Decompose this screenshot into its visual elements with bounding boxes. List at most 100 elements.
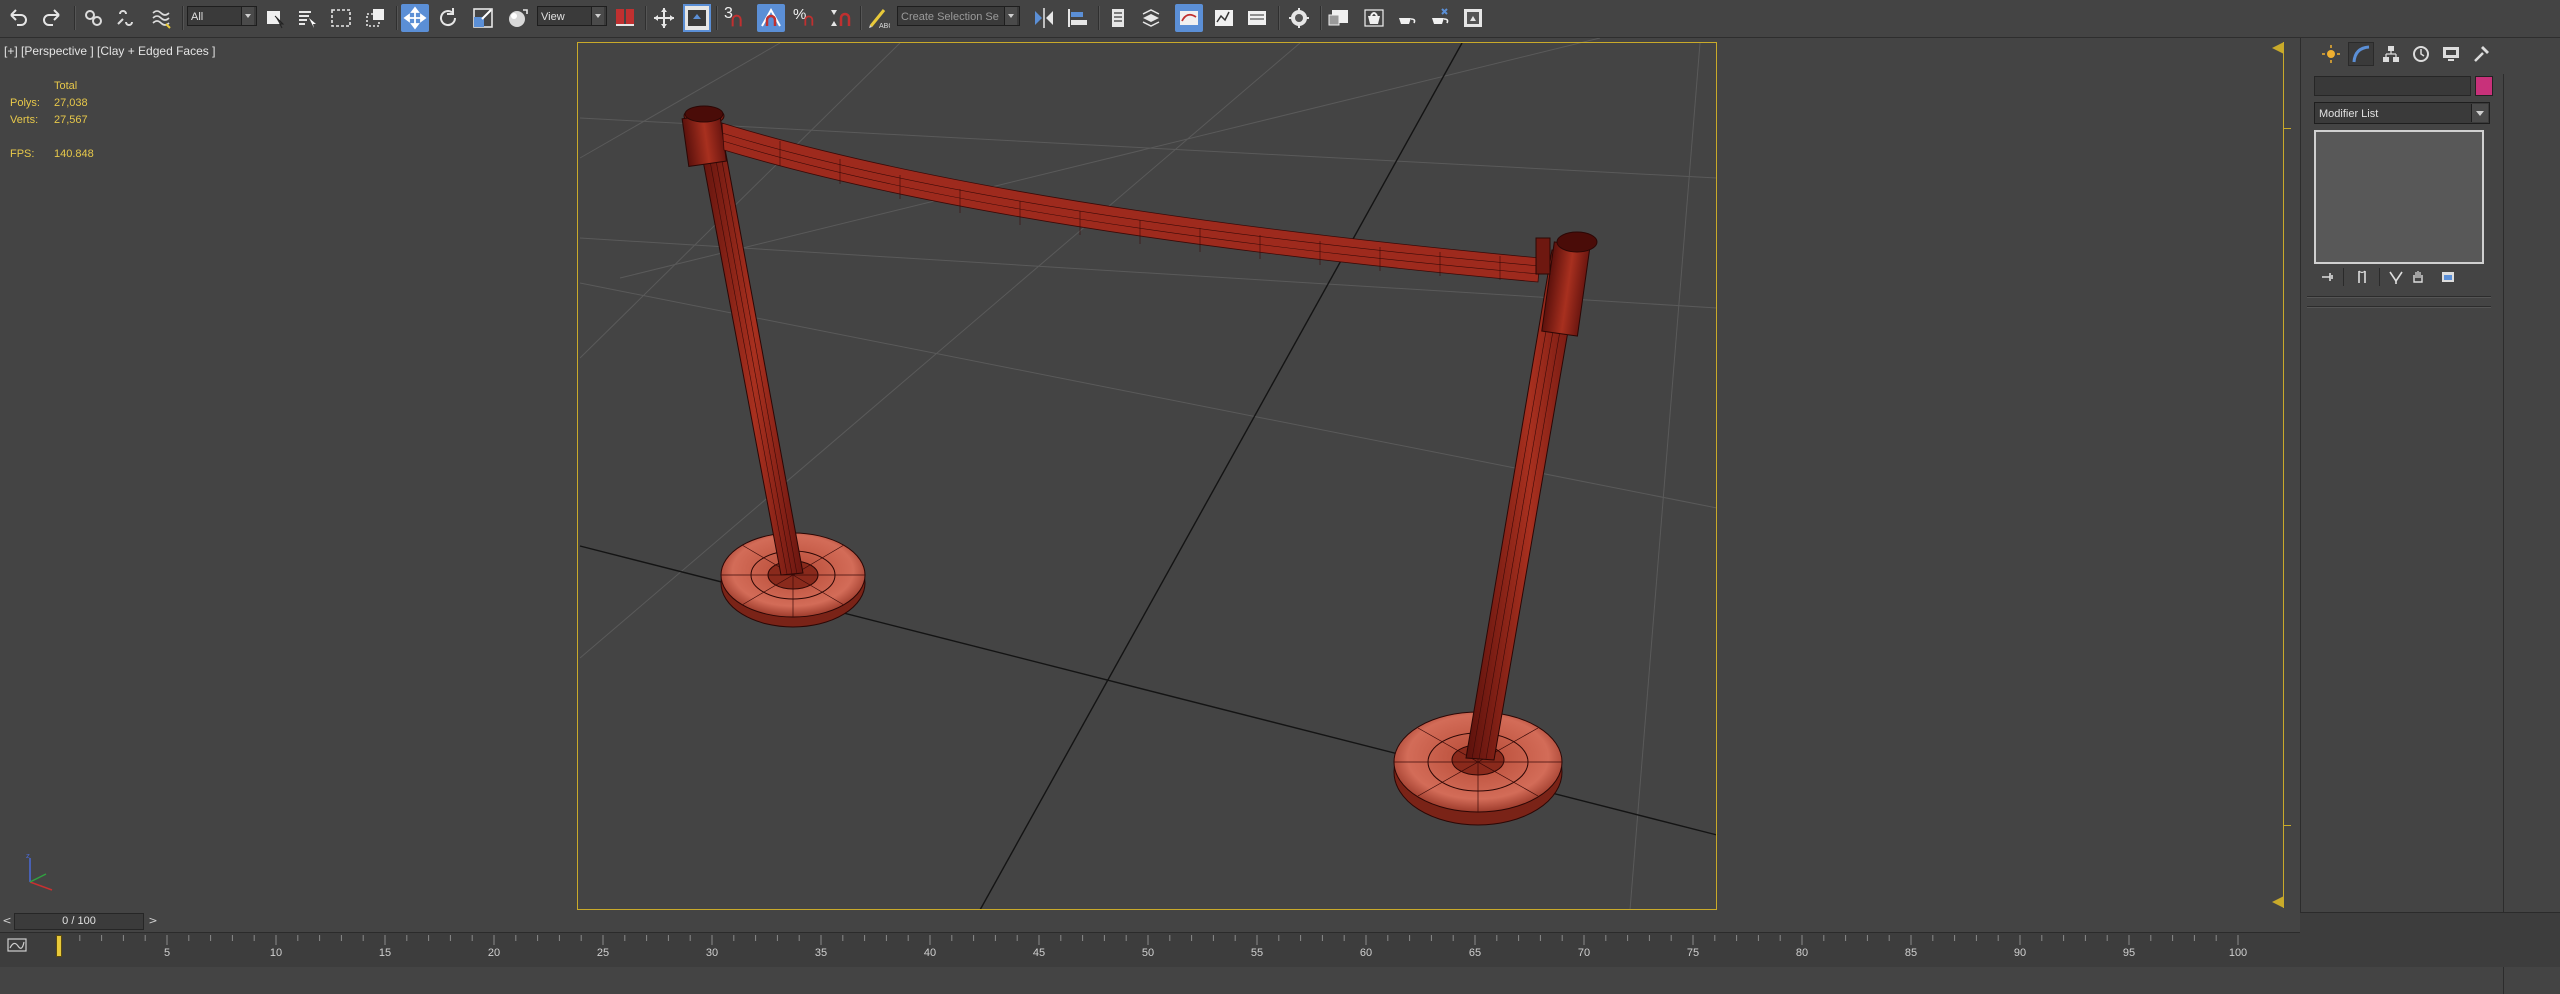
display-panel-tab[interactable] [2438,42,2464,66]
material-editor-icon[interactable] [1243,4,1271,32]
status-area [2300,912,2560,967]
percent-snap-icon[interactable]: % [791,4,819,32]
select-and-link-icon[interactable] [80,4,108,32]
object-name-field[interactable] [2314,76,2471,96]
svg-text:z: z [26,852,30,860]
toolbar-divider [645,6,647,30]
toggle-explorer-icon[interactable] [1459,4,1487,32]
svg-text:ABC: ABC [879,23,890,30]
spinner-snap-icon[interactable] [825,4,853,32]
rectangular-selection-region-icon[interactable] [327,4,355,32]
next-frame-button[interactable]: > [146,912,160,930]
undo-icon[interactable] [4,4,32,32]
reference-coordinate-value: View [541,11,565,23]
rendered-frame-window-icon[interactable] [1325,4,1353,32]
curve-editor-icon[interactable] [1175,4,1203,32]
show-end-result-icon[interactable] [2353,268,2371,286]
selection-filter-value: All [191,11,204,23]
make-unique-icon[interactable] [2387,268,2405,286]
timeline-tick-label: 40 [923,947,937,959]
utilities-panel-tab[interactable] [2468,42,2494,66]
hierarchy-icon [2383,46,2399,62]
toolbar-divider [1098,6,1100,30]
unlink-selection-icon[interactable] [112,4,140,32]
select-manipulate-icon[interactable] [611,4,639,32]
remove-modifier-icon[interactable] [2409,268,2427,286]
track-bar[interactable]: 5 10 15 20 25 30 35 40 45 50 55 60 65 70 75 80 85 90 95 100 [0,932,2300,967]
toolbar-divider [1320,6,1322,30]
keyboard-shortcut-override-icon[interactable] [650,4,678,32]
modify-arc-icon [2352,45,2370,63]
chevron-down-icon [591,7,604,25]
object-color-swatch[interactable] [2475,76,2493,96]
command-panel: Modifier List [2300,38,2560,994]
toolbar-divider [396,6,398,30]
panel-divider [2307,296,2491,298]
viewport-edge-tick [2283,128,2291,129]
viewport-edge-tick [2283,825,2291,826]
safe-frame-border [577,42,1717,910]
snaps-toggle-icon[interactable]: 3 [720,4,748,32]
timeline-tick-label: 10 [269,947,283,959]
polys-value: 27,038 [54,97,88,109]
chevron-down-icon [1004,7,1017,25]
mirror-icon[interactable] [1030,4,1058,32]
timeline-tick-label: 80 [1795,947,1809,959]
time-slider-thumb[interactable]: 0 / 100 [14,913,144,930]
timeline-tick-label: 60 [1359,947,1373,959]
toolbar-divider [74,6,76,30]
select-object-icon[interactable] [261,4,289,32]
toggle-ribbon-icon[interactable] [1137,4,1165,32]
toggle-layer-explorer-icon[interactable] [1104,4,1132,32]
toolbar-divider [2379,268,2380,286]
hierarchy-panel-tab[interactable] [2378,42,2404,66]
reference-coordinate-dropdown[interactable]: View [537,6,607,26]
redo-icon[interactable] [38,4,66,32]
render-in-cloud-icon[interactable] [1426,4,1454,32]
viewport-label[interactable]: [+] [Perspective ] [Clay + Edged Faces ] [4,44,215,58]
timeline-tick-label: 90 [2013,947,2027,959]
current-frame-marker[interactable] [56,935,62,957]
select-by-name-icon[interactable] [293,4,321,32]
fps-label: FPS: [10,148,35,160]
render-iterative-icon[interactable] [1393,4,1421,32]
perspective-viewport[interactable]: [+] [Perspective ] [Clay + Edged Faces ]… [0,38,2291,910]
angle-snap-toggle-icon[interactable] [757,4,785,32]
named-selection-sets-value: Create Selection Se [901,11,999,23]
timeline-tick-label: 15 [378,947,392,959]
selection-filter-dropdown[interactable]: All [187,6,257,26]
motion-icon [2413,46,2429,62]
modifier-stack-list[interactable] [2314,130,2484,264]
timeline-tick-label: 50 [1141,947,1155,959]
render-setup-icon[interactable] [1285,4,1313,32]
modifier-list-dropdown[interactable]: Modifier List [2314,102,2490,124]
configure-modifier-sets-icon[interactable] [2439,268,2457,286]
verts-label: Verts: [10,114,39,126]
motion-panel-tab[interactable] [2408,42,2434,66]
create-panel-tab[interactable] [2318,42,2344,66]
render-production-icon[interactable] [1360,4,1388,32]
viewport-edge-line [2283,42,2284,908]
previous-frame-button[interactable]: < [0,912,14,930]
main-toolbar: All View 3 % AB Create Selection Se [0,0,2560,38]
align-icon[interactable] [1063,4,1091,32]
named-selection-sets-dropdown[interactable]: Create Selection Se [897,6,1020,26]
edit-named-selection-icon[interactable]: ABC [864,4,892,32]
schematic-view-icon[interactable] [1210,4,1238,32]
chevron-down-icon [241,7,254,25]
window-crossing-icon[interactable] [362,4,390,32]
pin-stack-icon[interactable] [2319,268,2337,286]
select-and-rotate-icon[interactable] [434,4,462,32]
panel-scroll-divider [2503,74,2504,994]
toolbar-divider [716,6,718,30]
select-and-move-icon[interactable] [401,4,429,32]
timeline-tick-label: 55 [1250,947,1264,959]
select-and-scale-icon[interactable] [469,4,497,32]
toggle-scene-explorer-icon[interactable] [683,4,711,32]
timeline-tick-label: 30 [705,947,719,959]
time-slider[interactable]: < 0 / 100 > [0,912,2300,930]
select-and-place-icon[interactable] [504,4,532,32]
modify-panel-tab[interactable] [2348,42,2374,66]
bind-to-space-warp-icon[interactable] [148,4,176,32]
timeline-tick-label: 70 [1577,947,1591,959]
